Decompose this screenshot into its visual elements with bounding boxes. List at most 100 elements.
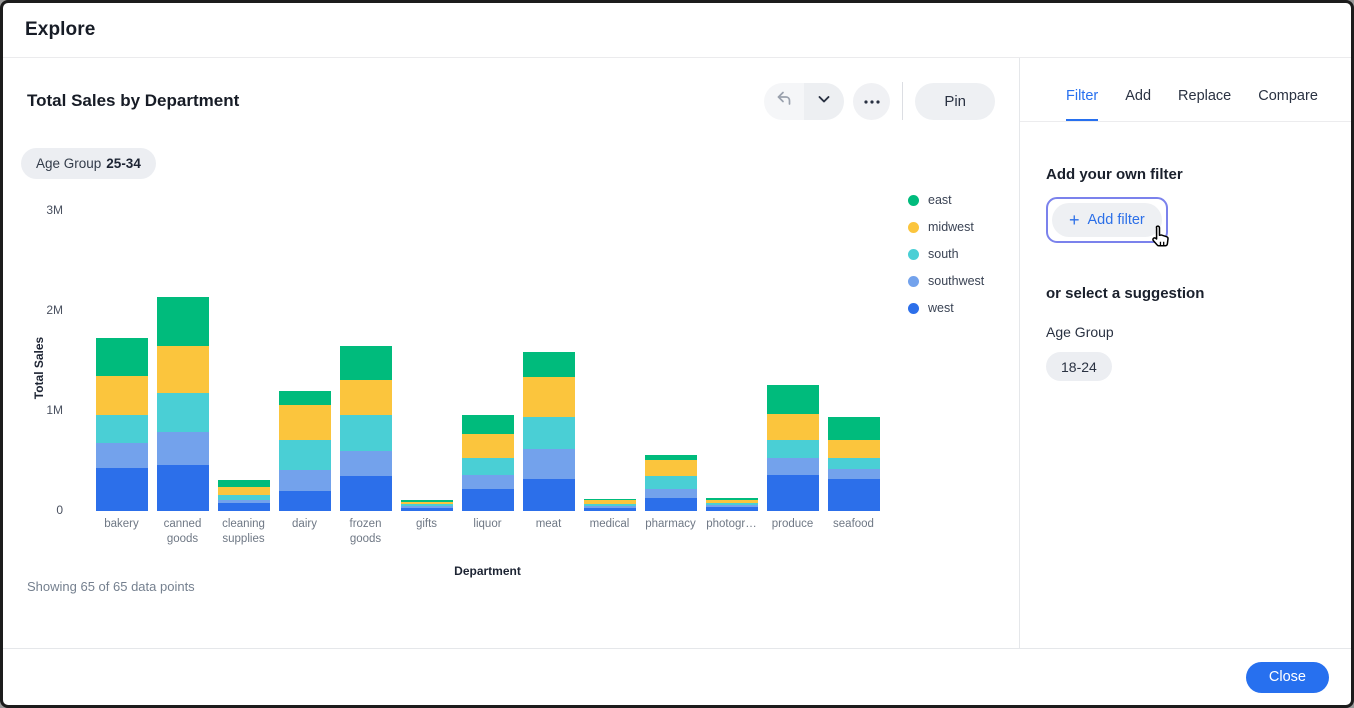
bar-column[interactable] <box>823 211 884 511</box>
bar-segment-midwest[interactable] <box>462 434 514 458</box>
bar-segment-southwest[interactable] <box>828 469 880 480</box>
bar-segment-south[interactable] <box>157 393 209 432</box>
bar-segment-east[interactable] <box>96 338 148 376</box>
bar-segment-midwest[interactable] <box>340 380 392 415</box>
toolbar-divider <box>902 82 903 120</box>
legend-item-west[interactable]: west <box>908 301 984 315</box>
tab-filter[interactable]: Filter <box>1066 88 1098 121</box>
pin-button[interactable]: Pin <box>915 83 995 120</box>
x-tick-label: liquor <box>457 517 518 547</box>
bar-segment-south[interactable] <box>340 415 392 451</box>
bar-segment-southwest[interactable] <box>157 432 209 465</box>
bar-segment-east[interactable] <box>462 415 514 434</box>
x-tick-label: canned goods <box>152 517 213 547</box>
y-tick-label: 0 <box>21 503 63 517</box>
legend-dot <box>908 276 919 287</box>
bar-segment-west[interactable] <box>462 489 514 511</box>
bar-segment-east[interactable] <box>218 480 270 487</box>
bar-segment-midwest[interactable] <box>218 487 270 495</box>
suggestion-chip[interactable]: 18-24 <box>1046 352 1112 381</box>
dialog-title: Explore <box>25 19 95 41</box>
bar-segment-midwest[interactable] <box>828 440 880 459</box>
bar-segment-east[interactable] <box>767 385 819 414</box>
bar-segment-midwest[interactable] <box>523 377 575 417</box>
bar-segment-west[interactable] <box>645 498 697 512</box>
dialog-footer: Close <box>3 648 1351 705</box>
bar-segment-south[interactable] <box>96 415 148 443</box>
add-filter-button[interactable]: + Add filter <box>1052 203 1162 237</box>
bar-segment-west[interactable] <box>340 476 392 511</box>
bar-segment-east[interactable] <box>279 391 331 405</box>
bar-column[interactable] <box>579 211 640 511</box>
bar-segment-south[interactable] <box>523 417 575 449</box>
ellipsis-icon <box>863 92 881 110</box>
bar-segment-south[interactable] <box>645 476 697 489</box>
undo-button[interactable] <box>764 83 804 120</box>
y-tick-label: 2M <box>21 303 63 317</box>
legend-item-east[interactable]: east <box>908 193 984 207</box>
bar-segment-east[interactable] <box>340 346 392 380</box>
bar-segment-midwest[interactable] <box>767 414 819 441</box>
legend-label: east <box>928 193 952 207</box>
bar-column[interactable] <box>701 211 762 511</box>
bar-segment-southwest[interactable] <box>96 443 148 468</box>
bar-segment-west[interactable] <box>584 508 636 512</box>
add-filter-focus-ring: + Add filter <box>1046 197 1168 243</box>
bar-segment-west[interactable] <box>828 479 880 511</box>
legend-item-midwest[interactable]: midwest <box>908 220 984 234</box>
bar-segment-west[interactable] <box>767 475 819 512</box>
bar-segment-west[interactable] <box>401 508 453 512</box>
bar-segment-west[interactable] <box>523 479 575 511</box>
bar-segment-south[interactable] <box>767 440 819 458</box>
bar-segment-west[interactable] <box>706 507 758 511</box>
history-dropdown-button[interactable] <box>804 83 844 120</box>
bar-segment-southwest[interactable] <box>462 475 514 489</box>
bar-column[interactable] <box>335 211 396 511</box>
bar-segment-east[interactable] <box>523 352 575 377</box>
bar-segment-southwest[interactable] <box>279 470 331 491</box>
bar-segment-south[interactable] <box>462 458 514 475</box>
bar-column[interactable] <box>762 211 823 511</box>
bar-segment-midwest[interactable] <box>157 346 209 393</box>
bar-column[interactable] <box>213 211 274 511</box>
bar-segment-southwest[interactable] <box>523 449 575 479</box>
own-filter-heading: Add your own filter <box>1046 166 1325 183</box>
tab-compare[interactable]: Compare <box>1258 88 1318 121</box>
bar-column[interactable] <box>518 211 579 511</box>
bar-segment-southwest[interactable] <box>340 451 392 476</box>
bar-segment-east[interactable] <box>157 297 209 346</box>
bar-segment-midwest[interactable] <box>645 460 697 476</box>
bar-segment-southwest[interactable] <box>645 489 697 498</box>
bar-segment-east[interactable] <box>828 417 880 440</box>
panel-tabs: Filter Add Replace Compare <box>1020 58 1351 122</box>
bar-segment-midwest[interactable] <box>96 376 148 415</box>
bar-column[interactable] <box>91 211 152 511</box>
bar-column[interactable] <box>152 211 213 511</box>
bar-segment-south[interactable] <box>279 440 331 470</box>
bar-column[interactable] <box>396 211 457 511</box>
y-axis-title: Total Sales <box>32 328 46 408</box>
suggestion-heading: or select a suggestion <box>1046 285 1325 302</box>
bar-segment-west[interactable] <box>96 468 148 511</box>
legend-item-southwest[interactable]: southwest <box>908 274 984 288</box>
more-options-button[interactable] <box>853 83 890 120</box>
bar-segment-southwest[interactable] <box>767 458 819 475</box>
bar-segment-west[interactable] <box>218 503 270 511</box>
tab-replace[interactable]: Replace <box>1178 88 1231 121</box>
applied-filter-chip[interactable]: Age Group 25-34 <box>21 148 156 179</box>
tab-add[interactable]: Add <box>1125 88 1151 121</box>
x-tick-label: gifts <box>396 517 457 547</box>
explore-dialog: Explore Total Sales by Department <box>0 0 1354 708</box>
bar-column[interactable] <box>274 211 335 511</box>
bar-segment-west[interactable] <box>279 491 331 511</box>
bar-segment-south[interactable] <box>828 458 880 469</box>
bar-segment-west[interactable] <box>157 465 209 511</box>
bar-column[interactable] <box>457 211 518 511</box>
undo-arrow-icon <box>775 90 793 113</box>
close-button[interactable]: Close <box>1246 662 1329 693</box>
bar-segment-midwest[interactable] <box>279 405 331 440</box>
bar-column[interactable] <box>640 211 701 511</box>
legend-dot <box>908 222 919 233</box>
legend-item-south[interactable]: south <box>908 247 984 261</box>
dialog-header: Explore <box>3 3 1351 58</box>
